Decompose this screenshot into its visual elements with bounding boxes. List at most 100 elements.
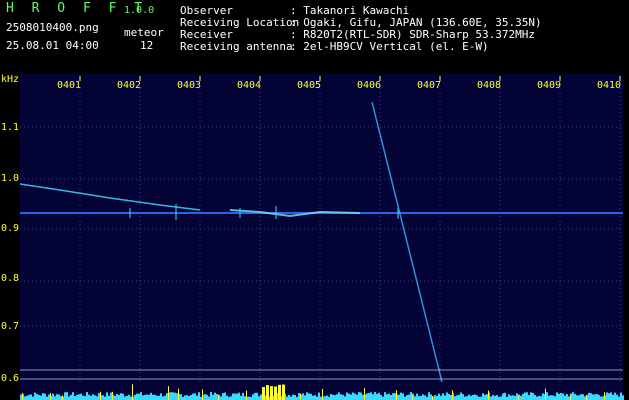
level-bar <box>330 393 332 400</box>
level-bar <box>60 396 62 400</box>
level-bar <box>572 392 574 400</box>
level-bar <box>534 394 536 400</box>
level-bar <box>542 393 544 400</box>
level-bar <box>42 393 44 400</box>
level-bar <box>516 393 518 400</box>
level-bar <box>490 396 492 400</box>
level-bar <box>444 395 446 400</box>
level-bar <box>116 393 118 400</box>
level-bar <box>120 393 122 400</box>
level-bar <box>548 395 550 400</box>
level-bar <box>70 394 72 400</box>
level-bar <box>522 393 524 400</box>
level-bar <box>358 392 360 400</box>
level-bar <box>46 396 48 400</box>
level-bar <box>126 395 128 400</box>
level-bar <box>194 393 196 400</box>
peak-bar <box>432 395 433 400</box>
y-tick-label: 0.7 <box>1 321 20 332</box>
level-bar <box>576 395 578 400</box>
peak-bar <box>218 395 219 400</box>
level-bar <box>292 394 294 400</box>
time-label: 0407 <box>417 80 442 91</box>
level-bar <box>234 393 236 400</box>
level-bar <box>608 393 610 400</box>
level-bar <box>294 394 296 400</box>
peak-bar <box>100 391 101 400</box>
level-bar <box>312 395 314 400</box>
peak-bar <box>168 386 169 400</box>
level-bar <box>198 392 200 400</box>
level-bar <box>230 396 232 400</box>
peak-bar <box>322 388 323 400</box>
level-bar <box>148 394 150 400</box>
level-bar <box>248 396 250 400</box>
level-bar <box>66 392 68 400</box>
app-version: 1.0.0 <box>124 5 155 16</box>
level-bar <box>36 394 38 400</box>
level-bar <box>242 392 244 400</box>
level-bar <box>190 395 192 400</box>
level-bar <box>232 393 234 400</box>
date-time: 25.08.01 04:00 <box>6 39 99 52</box>
level-bar <box>440 395 442 400</box>
level-bar <box>618 396 620 400</box>
level-bar <box>610 392 612 400</box>
peak-bar <box>246 390 247 400</box>
level-bar <box>138 393 140 400</box>
level-bar <box>420 395 422 400</box>
level-bar <box>30 394 32 400</box>
level-bar <box>338 392 340 400</box>
level-bar <box>102 395 104 400</box>
level-bar <box>288 394 290 400</box>
level-bar <box>188 395 190 400</box>
level-bar <box>298 393 300 400</box>
time-label: 0403 <box>177 80 202 91</box>
level-bar <box>304 395 306 400</box>
level-bar <box>40 395 42 400</box>
level-bar <box>504 392 506 400</box>
level-bar <box>562 393 564 400</box>
y-tick-label: 0.9 <box>1 223 20 234</box>
level-bar <box>424 395 426 400</box>
peak-bar <box>202 389 203 400</box>
level-bar <box>122 393 124 400</box>
level-bar <box>82 395 84 400</box>
level-bar <box>72 392 74 400</box>
level-bar <box>86 392 88 400</box>
level-bar <box>422 394 424 400</box>
level-bar <box>538 395 540 400</box>
level-bar <box>290 396 292 400</box>
time-label: 0409 <box>537 80 562 91</box>
level-bar <box>38 394 40 400</box>
level-bar <box>406 395 408 400</box>
level-bar <box>344 396 346 400</box>
level-bar <box>460 392 462 400</box>
level-bar <box>158 395 160 400</box>
peak-bar <box>488 390 489 400</box>
level-bar <box>154 394 156 400</box>
level-bar <box>398 394 400 400</box>
level-bar <box>508 394 510 400</box>
level-bar <box>384 392 386 400</box>
peak-bar <box>274 386 277 400</box>
detection-label: meteor <box>124 26 164 39</box>
level-bar <box>602 396 604 400</box>
level-bar <box>348 393 350 400</box>
level-bar <box>324 396 326 400</box>
level-bar <box>58 394 60 400</box>
level-bar <box>590 393 592 400</box>
level-bar <box>34 392 36 400</box>
horizontal-grid <box>20 126 623 327</box>
level-bar <box>620 392 622 400</box>
peak-bar <box>62 395 63 400</box>
level-bar <box>524 392 526 400</box>
y-tick-label: 0.6 <box>1 373 20 384</box>
peak-bar <box>545 388 546 400</box>
level-bar <box>494 395 496 400</box>
level-bar <box>556 392 558 400</box>
level-bar <box>208 396 210 400</box>
level-bar <box>68 396 70 400</box>
level-bar <box>400 392 402 400</box>
level-bar <box>568 396 570 400</box>
